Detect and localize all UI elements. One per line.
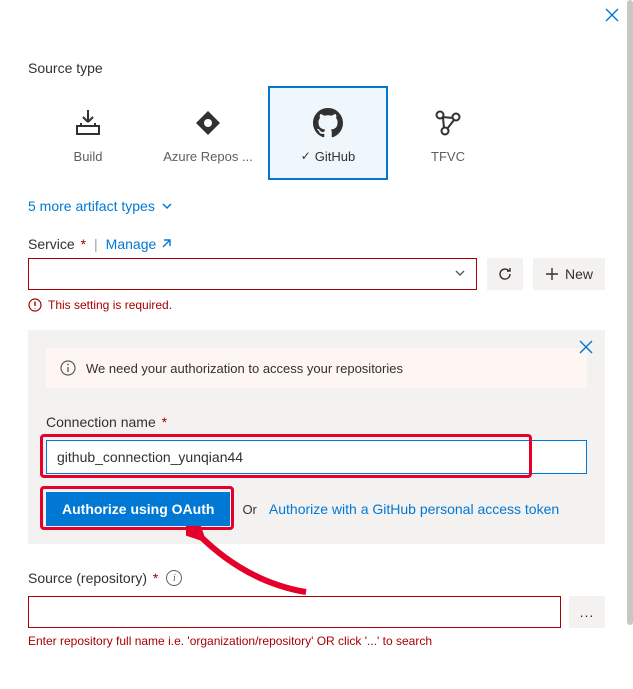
close-icon (579, 340, 593, 354)
error-icon (28, 298, 42, 312)
manage-link-text: Manage (106, 236, 157, 252)
build-icon (73, 108, 103, 138)
tile-tfvc-label: TFVC (431, 149, 465, 164)
info-banner: We need your authorization to access you… (46, 348, 587, 388)
tile-azure-repos-label: Azure Repos ... (163, 149, 253, 164)
source-repo-hint: Enter repository full name i.e. 'organiz… (28, 634, 605, 648)
tile-build[interactable]: Build (28, 86, 148, 180)
tfvc-icon (433, 108, 463, 138)
or-text: Or (242, 502, 256, 517)
info-banner-text: We need your authorization to access you… (86, 361, 403, 376)
tile-build-label: Build (74, 149, 103, 164)
connection-name-input[interactable] (46, 440, 587, 474)
authorize-oauth-button[interactable]: Authorize using OAuth (46, 492, 230, 526)
scrollbar[interactable] (627, 0, 633, 689)
info-icon (60, 360, 76, 376)
github-icon (313, 108, 343, 138)
tile-github-label: GitHub (315, 149, 355, 164)
more-artifact-types-label: 5 more artifact types (28, 198, 155, 214)
help-icon[interactable]: i (166, 570, 182, 586)
azure-repos-icon (193, 108, 223, 138)
panel-close-button[interactable] (579, 340, 593, 357)
service-error: This setting is required. (28, 298, 605, 312)
connection-name-label: Connection name * (46, 414, 587, 430)
source-repo-input[interactable] (28, 596, 561, 628)
source-type-label: Source type (28, 60, 605, 76)
plus-icon (545, 267, 559, 281)
refresh-button[interactable] (487, 258, 523, 290)
service-label: Service * (28, 236, 86, 252)
dialog-close-button[interactable] (605, 8, 619, 26)
tile-github[interactable]: GitHub (268, 86, 388, 180)
browse-repo-button[interactable]: ... (569, 596, 605, 628)
source-repo-label: Source (repository) * (28, 570, 158, 586)
external-link-icon (160, 238, 172, 250)
new-button[interactable]: New (533, 258, 605, 290)
chevron-down-icon (454, 266, 466, 282)
more-artifact-types-link[interactable]: 5 more artifact types (28, 198, 173, 214)
tile-azure-repos[interactable]: Azure Repos ... (148, 86, 268, 180)
manage-link[interactable]: Manage (106, 236, 173, 252)
chevron-down-icon (161, 199, 173, 215)
service-select[interactable] (28, 258, 477, 290)
authorize-token-link[interactable]: Authorize with a GitHub personal access … (269, 501, 559, 517)
tile-tfvc[interactable]: TFVC (388, 86, 508, 180)
annotation-arrow (186, 526, 316, 598)
divider: | (94, 236, 98, 252)
refresh-icon (497, 266, 513, 282)
auth-panel: We need your authorization to access you… (28, 330, 605, 544)
new-button-label: New (565, 266, 593, 282)
